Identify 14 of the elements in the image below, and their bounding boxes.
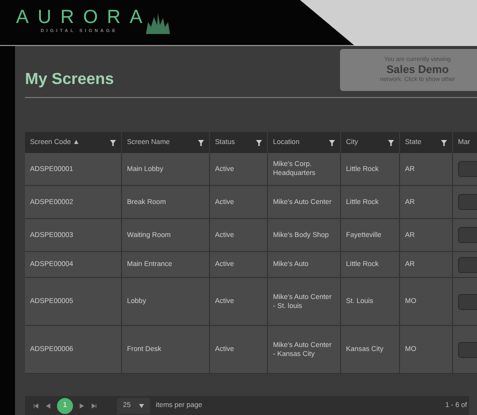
first-page-icon[interactable] xyxy=(33,402,39,408)
filter-icon[interactable] xyxy=(388,140,394,146)
filter-icon[interactable] xyxy=(441,140,447,146)
filter-icon[interactable] xyxy=(329,140,335,146)
filter-icon[interactable] xyxy=(110,140,116,146)
filter-icon[interactable] xyxy=(256,140,262,146)
crown-icon xyxy=(145,12,172,34)
page-title: My Screens xyxy=(25,71,114,89)
filter-icon[interactable] xyxy=(198,140,204,146)
logo-text: AURORA xyxy=(16,8,152,27)
caret-icon xyxy=(138,404,144,408)
next-page-icon[interactable] xyxy=(79,402,85,408)
last-page-icon[interactable] xyxy=(91,402,97,408)
prev-page-icon[interactable] xyxy=(45,402,51,408)
